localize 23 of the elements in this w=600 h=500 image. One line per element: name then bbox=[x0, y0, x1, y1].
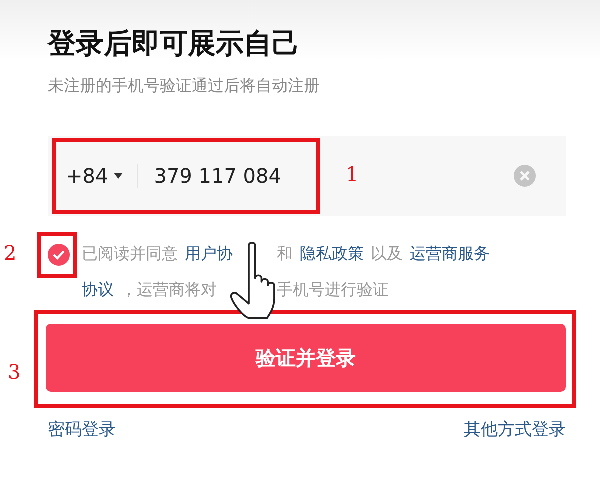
agreement-link[interactable]: 用户协 bbox=[185, 244, 233, 264]
subtitle: 未注册的手机号验证通过后将自动注册 bbox=[48, 75, 321, 97]
agreement-text: 已阅读并同意 bbox=[82, 244, 178, 264]
login-option-link[interactable]: 密码登录 bbox=[48, 418, 116, 441]
annotation-frame bbox=[37, 232, 77, 278]
annotation-number: 3 bbox=[8, 360, 21, 384]
annotation-number: 1 bbox=[346, 162, 359, 186]
check-icon bbox=[53, 250, 65, 260]
agreement-text: 以及 bbox=[371, 244, 403, 264]
caret-icon bbox=[114, 173, 124, 179]
verify-login-button[interactable]: 验证并登录 bbox=[46, 324, 566, 392]
agreement-link[interactable]: 协议 bbox=[82, 280, 114, 300]
agreement-text: 手机号进行验证 bbox=[277, 280, 389, 300]
agreement-link[interactable]: 隐私政策 bbox=[300, 244, 364, 264]
agree-checkbox[interactable] bbox=[48, 244, 70, 266]
country-code-selector[interactable]: +84 bbox=[66, 164, 124, 188]
phone-number[interactable]: 379 117 084 bbox=[154, 164, 282, 188]
agreement-link[interactable]: 运营商服务 bbox=[410, 244, 490, 264]
agreement-text: 和 bbox=[277, 244, 293, 264]
annotation-number: 2 bbox=[4, 241, 17, 265]
login-option-link[interactable]: 其他方式登录 bbox=[464, 418, 566, 441]
page-title: 登录后即可展示自己 bbox=[48, 26, 301, 62]
agreement-text: ，运营商将对 bbox=[121, 280, 217, 300]
